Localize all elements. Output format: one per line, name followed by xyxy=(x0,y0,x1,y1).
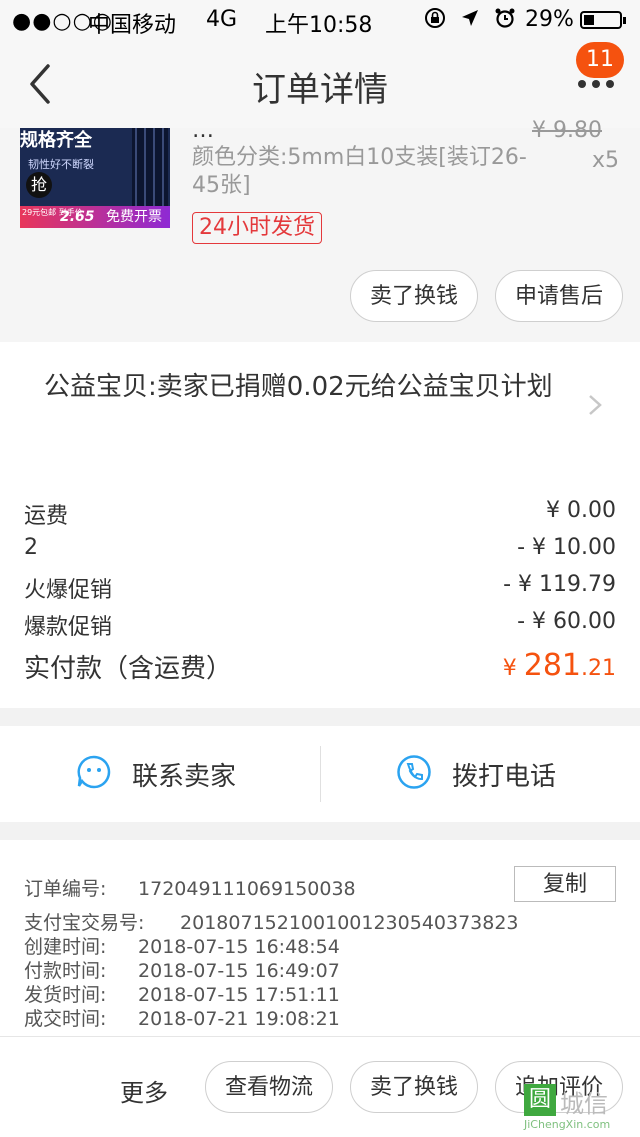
charity-text: 公益宝贝:卖家已捐赠0.02元给公益宝贝计划 xyxy=(44,372,553,402)
product-thumbnail[interactable]: 规格齐全 韧性好不断裂 抢 29元包邮 到手价 2.65 免费开票 xyxy=(20,128,170,228)
dot-icon xyxy=(592,80,600,88)
watermark-url: JiChengXin.com xyxy=(524,1118,611,1131)
alarm-icon xyxy=(495,8,515,28)
order-number-value: 172049111069150038 xyxy=(138,878,356,900)
dot-icon xyxy=(606,80,614,88)
dot-icon xyxy=(578,80,586,88)
charity-row[interactable]: 公益宝贝:卖家已捐赠0.02元给公益宝贝计划 xyxy=(0,342,640,466)
info-key: 成交时间: xyxy=(24,1008,107,1030)
info-value: 2018-07-15 17:51:11 xyxy=(138,984,340,1006)
info-key: 付款时间: xyxy=(24,960,107,982)
info-key: 支付宝交易号: xyxy=(24,912,145,934)
battery-percent: 29% xyxy=(525,7,574,32)
product-original-price: ¥ 9.80 xyxy=(532,118,602,143)
sell-for-cash-button[interactable]: 卖了换钱 xyxy=(350,270,478,322)
page-title: 订单详情 xyxy=(252,70,388,110)
copy-button[interactable]: 复制 xyxy=(514,866,616,902)
clock: 上午10:58 xyxy=(265,13,373,38)
chat-face-icon xyxy=(77,755,111,789)
status-bar: ●●○○○ 中国移动 4G 上午10:58 29% xyxy=(0,0,640,40)
rotation-lock-icon xyxy=(425,8,445,28)
chevron-right-icon xyxy=(589,395,602,415)
product-quantity: x5 xyxy=(592,148,620,173)
total-integer: 281 xyxy=(523,648,581,683)
message-count-badge: 11 xyxy=(576,42,624,78)
info-key: 订单编号: xyxy=(24,878,107,900)
fee-label: 爆款促销 xyxy=(24,615,113,640)
fee-label: 运费 xyxy=(24,504,69,529)
fee-value: ¥ 0.00 xyxy=(546,498,616,523)
more-actions-button[interactable]: 更多 xyxy=(120,1073,168,1108)
total-label: 实付款（含运费） xyxy=(24,654,233,684)
location-arrow-icon xyxy=(462,10,478,26)
total-decimal: .21 xyxy=(581,656,616,681)
status-icons xyxy=(424,7,516,32)
contact-seller-button[interactable]: 联系卖家 xyxy=(0,726,320,822)
product-sku: 颜色分类:5mm白10支装[装订26-45张] xyxy=(192,145,527,198)
info-value: 2018-07-21 19:08:21 xyxy=(138,1008,340,1030)
shipping-tag: 24小时发货 xyxy=(192,212,322,244)
info-key: 发货时间: xyxy=(24,984,107,1006)
watermark-name: 城信 xyxy=(560,1090,608,1118)
phone-icon xyxy=(397,755,431,789)
navigation-bar: 订单详情 11 xyxy=(0,40,640,128)
contact-seller-label: 联系卖家 xyxy=(132,762,237,792)
paid-time-row: 付款时间: 2018-07-15 16:49:07 xyxy=(24,956,340,983)
thumb-subline: 韧性好不断裂 xyxy=(28,158,94,171)
fee-label: 火爆促销 xyxy=(24,578,113,603)
order-item[interactable]: 规格齐全 韧性好不断裂 抢 29元包邮 到手价 2.65 免费开票 … ¥ 9.… xyxy=(0,118,640,342)
completed-time-row: 成交时间: 2018-07-21 19:08:21 xyxy=(24,1004,340,1031)
thumb-grab-badge: 抢 xyxy=(26,172,52,198)
fee-value: - ¥ 119.79 xyxy=(503,572,616,597)
site-watermark: 圆 城信 JiChengXin.com xyxy=(524,1084,634,1132)
alipay-trade-value: 2018071521001001230540373823 xyxy=(180,912,519,934)
total-amount: ¥ 281.21 xyxy=(503,648,616,683)
fee-value: - ¥ 10.00 xyxy=(517,535,616,560)
call-phone-label: 拨打电话 xyxy=(452,762,557,792)
order-number-row: 订单编号: 172049111069150038 xyxy=(24,874,356,901)
after-sales-button[interactable]: 申请售后 xyxy=(495,270,623,322)
order-info: 订单编号: 172049111069150038 复制 支付宝交易号: 2018… xyxy=(0,840,640,1036)
created-time-row: 创建时间: 2018-07-15 16:48:54 xyxy=(24,932,340,959)
contact-bar: 联系卖家 拨打电话 xyxy=(0,726,640,822)
network-type: 4G xyxy=(206,7,238,32)
call-phone-button[interactable]: 拨打电话 xyxy=(320,726,640,822)
info-key: 创建时间: xyxy=(24,936,107,958)
watermark-logo: 圆 xyxy=(524,1084,556,1116)
view-logistics-button[interactable]: 查看物流 xyxy=(205,1061,333,1113)
info-value: 2018-07-15 16:49:07 xyxy=(138,960,340,982)
info-value: 2018-07-15 16:48:54 xyxy=(138,936,340,958)
carrier-name: 中国移动 xyxy=(88,13,177,38)
shipped-time-row: 发货时间: 2018-07-15 17:51:11 xyxy=(24,980,340,1007)
alipay-trade-row: 支付宝交易号: 2018071521001001230540373823 xyxy=(24,908,519,935)
fee-label: 2 xyxy=(24,535,38,560)
thumb-headline: 规格齐全 xyxy=(20,130,92,151)
thumb-price: 2.65 xyxy=(60,209,95,225)
total-currency: ¥ xyxy=(502,656,517,681)
thumb-free-invoice: 免费开票 xyxy=(106,209,162,225)
thumb-price-strip: 29元包邮 到手价 2.65 免费开票 xyxy=(20,206,170,228)
fee-value: - ¥ 60.00 xyxy=(517,609,616,634)
sell-for-cash-button[interactable]: 卖了换钱 xyxy=(350,1061,478,1113)
product-name: … xyxy=(192,118,214,143)
fee-summary: 运费 ¥ 0.00 2 - ¥ 10.00 火爆促销 - ¥ 119.79 爆款… xyxy=(0,466,640,708)
battery-icon xyxy=(580,11,626,29)
